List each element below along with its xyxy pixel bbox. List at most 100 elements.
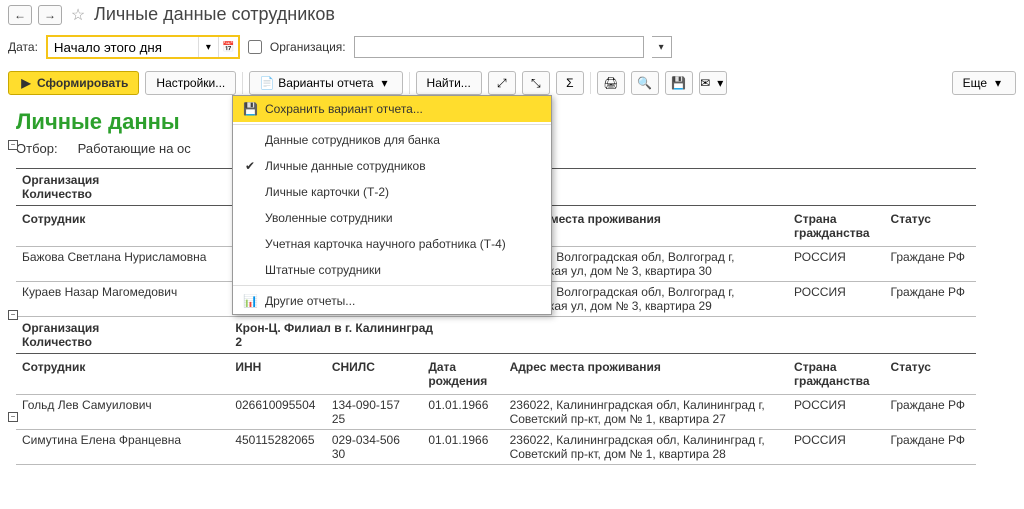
save-icon: 💾 [243,102,257,116]
cell-emp: Гольд Лев Самуилович [16,395,229,430]
group-org-label: Организация [22,321,99,335]
dd-staff-label: Штатные сотрудники [265,263,381,277]
org-dropdown-button[interactable]: ▾ [652,36,672,58]
chevron-down-icon: ▾ [378,76,392,90]
expand-icon: ⤢ [495,76,509,90]
cell-emp: Симутина Елена Францевна [16,430,229,465]
dd-fired-label: Уволенные сотрудники [265,211,393,225]
cell-emp: Кураев Назар Магомедович [16,282,229,317]
col-status: Статус [885,206,976,247]
chevron-down-icon: ▾ [991,76,1005,90]
search-icon: 🔍 [638,76,652,90]
page-title: Личные данные сотрудников [94,4,335,25]
form-button[interactable]: ▶ Сформировать [8,71,139,95]
cell-emp: Бажова Светлана Нурисламовна [16,247,229,282]
col-inn: ИНН [229,354,326,395]
expand-button[interactable]: ⤢ [488,71,516,95]
cell-inn: 026610095504 [229,395,326,430]
dd-t2-cards[interactable]: Личные карточки (Т-2) [233,179,551,205]
col-citizenship: Страна гражданства [788,206,885,247]
check-icon: ✔ [243,159,257,173]
cell-dob: 01.01.1966 [422,430,503,465]
dd-save-variant-label: Сохранить вариант отчета... [265,102,423,116]
dd-bank-data[interactable]: Данные сотрудников для банка [233,127,551,153]
cell-cit: РОССИЯ [788,395,885,430]
report-variants-label: Варианты отчета [278,76,373,90]
save-button[interactable]: 💾 [665,71,693,95]
tree-collapse-3[interactable]: − [8,412,18,422]
col-snils: СНИЛС [326,354,423,395]
tree-collapse-1[interactable]: − [8,140,18,150]
date-input[interactable] [48,37,198,57]
cell-status: Граждане РФ [885,247,976,282]
table-row[interactable]: Симутина Елена Францевна450115282065029-… [16,430,976,465]
column-header-row: Сотрудник ИНН СНИЛС Дата рождения Адрес … [16,354,976,395]
mail-icon: ✉ [700,76,711,90]
sum-button[interactable]: Σ [556,71,584,95]
more-button-label: Еще [963,76,987,90]
report-variants-dropdown: 💾 Сохранить вариант отчета... Данные сот… [232,95,552,315]
dd-t4-card[interactable]: Учетная карточка научного работника (Т-4… [233,231,551,257]
cell-cit: РОССИЯ [788,247,885,282]
chevron-down-icon: ▾ [659,42,664,53]
nav-back-button[interactable]: ← [8,5,32,25]
group-count-label: Количество [22,335,92,349]
preview-button[interactable]: 🔍 [631,71,659,95]
dd-fired[interactable]: Уволенные сотрудники [233,205,551,231]
more-button[interactable]: Еще ▾ [952,71,1016,95]
tree-collapse-2[interactable]: − [8,310,18,320]
dd-t2-cards-label: Личные карточки (Т-2) [265,185,389,199]
group-count-value: 2 [235,335,242,349]
org-label: Организация: [270,40,346,54]
toolbar-separator [590,72,591,94]
report-filter-value: Работающие на ос [78,141,191,156]
dd-staff[interactable]: Штатные сотрудники [233,257,551,283]
settings-button[interactable]: Настройки... [145,71,236,95]
dd-personal-data[interactable]: ✔ Личные данные сотрудников [233,153,551,179]
group-header-2[interactable]: ОрганизацияКоличество Крон-Ц. Филиал в г… [16,317,976,354]
floppy-icon: 💾 [672,76,686,90]
date-input-group: ▾ 📅 [46,35,240,59]
group-org-value: Крон-Ц. Филиал в г. Калининград [235,321,433,335]
variants-icon: 📄 [260,76,274,90]
date-picker-button[interactable]: 📅 [218,37,238,57]
email-button[interactable]: ✉▾ [699,71,727,95]
print-button[interactable]: 🖨 [597,71,625,95]
group-org-label: Организация [22,173,99,187]
col-dob: Дата рождения [422,354,503,395]
find-button[interactable]: Найти... [416,71,482,95]
org-checkbox[interactable] [248,40,262,54]
sigma-icon: Σ [563,76,577,90]
table-row[interactable]: Гольд Лев Самуилович026610095504134-090-… [16,395,976,430]
cell-status: Граждане РФ [885,282,976,317]
cell-inn: 450115282065 [229,430,326,465]
cell-dob: 01.01.1966 [422,395,503,430]
date-dropdown-button[interactable]: ▾ [198,37,218,57]
cell-addr: 236022, Калининградская обл, Калининград… [504,395,788,430]
collapse-button[interactable]: ⤡ [522,71,550,95]
dd-save-variant[interactable]: 💾 Сохранить вариант отчета... [233,96,551,122]
dd-bank-data-label: Данные сотрудников для банка [265,133,440,147]
cell-status: Граждане РФ [885,430,976,465]
dd-personal-data-label: Личные данные сотрудников [265,159,426,173]
calendar-icon: 📅 [222,42,234,53]
cell-cit: РОССИЯ [788,430,885,465]
org-input[interactable] [354,36,644,58]
cell-snils: 134-090-157 25 [326,395,423,430]
report-filter-label: Отбор: [16,141,58,156]
report-variants-button[interactable]: 📄 Варианты отчета ▾ [249,71,402,95]
cell-status: Граждане РФ [885,395,976,430]
col-status: Статус [885,354,976,395]
play-icon: ▶ [19,76,33,90]
cell-cit: РОССИЯ [788,282,885,317]
dd-other-reports[interactable]: 📊Другие отчеты... [233,288,551,314]
col-address: Адрес места проживания [504,354,788,395]
nav-forward-button[interactable]: → [38,5,62,25]
chart-icon: 📊 [243,294,257,308]
favorite-star-icon[interactable]: ☆ [68,5,88,25]
print-icon: 🖨 [604,76,618,90]
col-employee: Сотрудник [16,206,229,247]
toolbar-separator [242,72,243,94]
group-count-label: Количество [22,187,92,201]
dropdown-separator [233,285,551,286]
